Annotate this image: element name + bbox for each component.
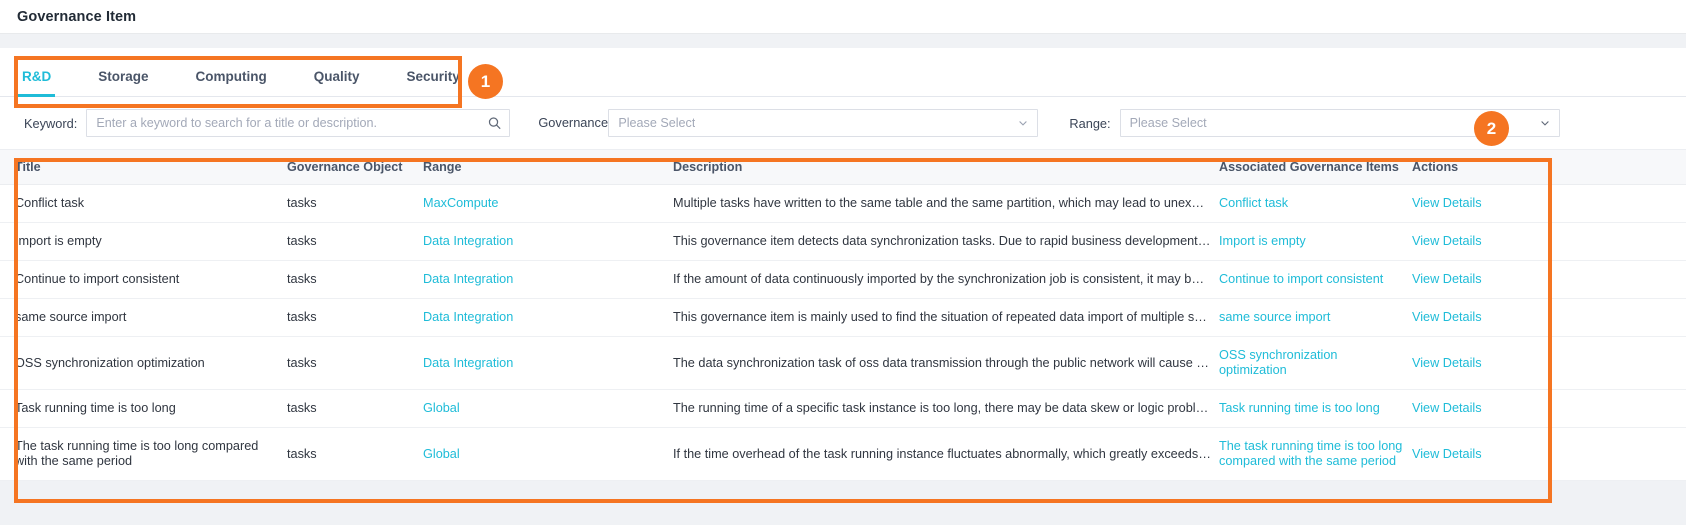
cell-description: Multiple tasks have written to the same … <box>673 184 1219 223</box>
tab-storage[interactable]: Storage <box>98 69 148 96</box>
table-row: Import is empty tasks Data Integration This… <box>0 222 1686 261</box>
view-details-link[interactable]: View Details <box>1412 389 1686 428</box>
cell-range-link[interactable]: Data Integration <box>423 298 673 337</box>
cell-associated-item-link[interactable]: Continue to import consistent <box>1219 260 1412 299</box>
chevron-down-icon[interactable] <box>1017 117 1029 129</box>
column-header-associated-governance-items: Associated Governance Items <box>1219 150 1412 185</box>
table-row: Continue to import consistent tasks Data I… <box>0 260 1686 299</box>
cell-governance-object: tasks <box>287 427 423 481</box>
governance-object-label: Governance Object <box>538 115 649 130</box>
cell-title: Task running time is too long <box>0 389 287 428</box>
search-icon[interactable] <box>488 117 501 130</box>
cell-associated-item-link[interactable]: Conflict task <box>1219 184 1412 223</box>
cell-description: The running time of a specific task inst… <box>673 389 1219 428</box>
cell-range-link[interactable]: Global <box>423 389 673 428</box>
cell-title: OSS synchronization optimization <box>0 336 287 390</box>
chevron-down-icon[interactable] <box>1539 117 1551 129</box>
cell-associated-item-link[interactable]: Import is empty <box>1219 222 1412 261</box>
cell-governance-object: tasks <box>287 298 423 337</box>
table-row: Task running time is too long tasks Global… <box>0 389 1686 428</box>
filter-bar: Keyword: Enter a keyword to search for a… <box>0 97 1686 150</box>
cell-range-link[interactable]: Data Integration <box>423 222 673 261</box>
page-title: Governance Item <box>17 8 137 25</box>
view-details-link[interactable]: View Details <box>1412 298 1686 337</box>
view-details-link[interactable]: View Details <box>1412 427 1686 481</box>
cell-description: If the amount of data continuously impor… <box>673 260 1219 299</box>
cell-range-link[interactable]: Data Integration <box>423 336 673 390</box>
range-label: Range: <box>1069 115 1111 131</box>
table-row: The task running time is too long compar… <box>0 427 1686 481</box>
cell-description: If the time overhead of the task running… <box>673 427 1219 481</box>
column-header-actions: Actions <box>1412 150 1686 185</box>
view-details-link[interactable]: View Details <box>1412 260 1686 299</box>
table-row: Conflict task tasks MaxCompute Multiple tas… <box>0 184 1686 223</box>
cell-range-link[interactable]: Global <box>423 427 673 481</box>
app-page: Governance Item R&D Storage Computing Quali… <box>0 0 1686 525</box>
governance-object-placeholder: Please Select <box>618 116 696 130</box>
search-input[interactable]: Enter a keyword to search for a title or… <box>86 109 511 137</box>
tab-security[interactable]: Security <box>407 69 460 96</box>
column-header-title: Title <box>0 150 287 185</box>
table-row: same source import tasks Data Integration T… <box>0 298 1686 337</box>
cell-title: Import is empty <box>0 222 287 261</box>
cell-associated-item-link[interactable]: The task running time is too long compar… <box>1219 427 1412 481</box>
cell-title: Conflict task <box>0 184 287 223</box>
cell-associated-item-link[interactable]: OSS synchronization optimization <box>1219 336 1412 390</box>
column-header-description: Description <box>673 150 1219 185</box>
cell-title: Continue to import consistent <box>0 260 287 299</box>
search-input-placeholder: Enter a keyword to search for a title or… <box>96 116 378 130</box>
tab-quality[interactable]: Quality <box>314 69 360 96</box>
column-header-range: Range <box>423 150 673 185</box>
cell-range-link[interactable]: MaxCompute <box>423 184 673 223</box>
header-spacer <box>0 34 1686 48</box>
column-header-governance-object: Governance Object <box>287 150 423 185</box>
view-details-link[interactable]: View Details <box>1412 336 1686 390</box>
cell-description: The data synchronization task of oss dat… <box>673 336 1219 390</box>
cell-description: This governance item is mainly used to f… <box>673 298 1219 337</box>
governance-object-select[interactable]: Please Select <box>608 109 1039 137</box>
governance-item-table: Title Governance Object Range Description As… <box>0 150 1686 481</box>
cell-governance-object: tasks <box>287 336 423 390</box>
content-card: R&D Storage Computing Quality Security Keywo… <box>0 48 1686 481</box>
cell-associated-item-link[interactable]: Task running time is too long <box>1219 389 1412 428</box>
cell-governance-object: tasks <box>287 389 423 428</box>
page-header: Governance Item <box>0 0 1686 34</box>
tab-computing[interactable]: Computing <box>196 69 267 96</box>
view-details-link[interactable]: View Details <box>1412 222 1686 261</box>
cell-governance-object: tasks <box>287 184 423 223</box>
cell-governance-object: tasks <box>287 260 423 299</box>
cell-governance-object: tasks <box>287 222 423 261</box>
table-row: OSS synchronization optimization tasks Dat… <box>0 336 1686 390</box>
table-body: Conflict task tasks MaxCompute Multiple tas… <box>0 184 1686 481</box>
table-header-row: Title Governance Object Range Description As… <box>0 150 1686 185</box>
cell-associated-item-link[interactable]: same source import <box>1219 298 1412 337</box>
cell-range-link[interactable]: Data Integration <box>423 260 673 299</box>
cell-title: The task running time is too long compar… <box>0 427 287 481</box>
table-header: Title Governance Object Range Description As… <box>0 150 1686 185</box>
cell-description: This governance item detects data synchr… <box>673 222 1219 261</box>
view-details-link[interactable]: View Details <box>1412 184 1686 223</box>
annotation-badge-1: 1 <box>468 64 503 99</box>
range-placeholder: Please Select <box>1129 116 1207 130</box>
tab-r-d[interactable]: R&D <box>17 69 56 97</box>
keyword-label: Keyword: <box>24 115 78 131</box>
tab-bar: R&D Storage Computing Quality Security <box>0 48 1686 97</box>
annotation-badge-2: 2 <box>1474 111 1509 146</box>
cell-title: same source import <box>0 298 287 337</box>
